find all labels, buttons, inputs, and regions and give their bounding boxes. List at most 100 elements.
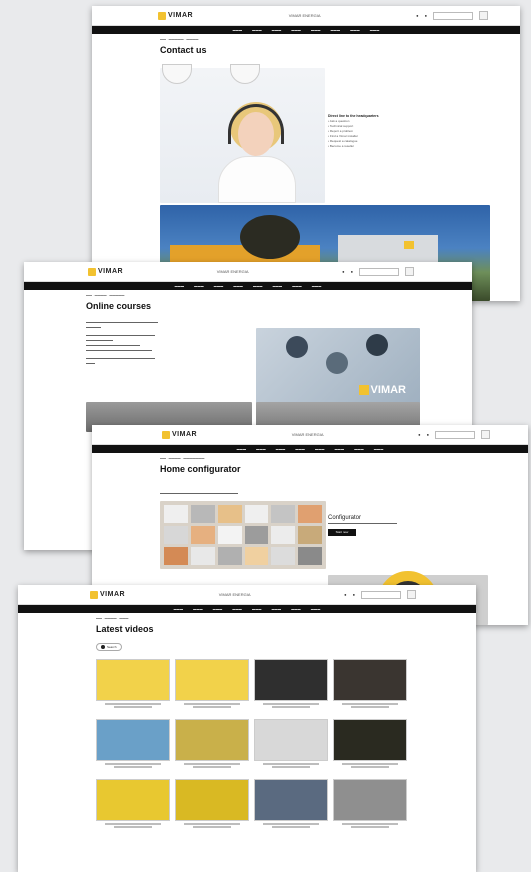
video-thumbnail[interactable] (96, 659, 170, 701)
user-icon[interactable]: ● (418, 432, 420, 437)
breadcrumb: ▬▬ · ▬▬▬▬▬ · ▬▬▬▬ (160, 37, 199, 41)
nav-item[interactable]: ▬▬▬ (233, 284, 243, 288)
site-header: VIMAR VIMAR ENERGIA ● ● (92, 6, 520, 26)
search-input[interactable] (432, 11, 473, 20)
clock-icon (162, 64, 192, 84)
nav-item[interactable]: ▬▬▬ (311, 28, 321, 32)
nav-item[interactable]: ▬▬▬ (374, 447, 384, 451)
nav-item[interactable]: ▬▬▬ (252, 28, 262, 32)
video-thumbnail[interactable] (254, 659, 328, 701)
nav-item[interactable]: ▬▬▬ (276, 447, 286, 451)
video-card[interactable] (96, 719, 170, 773)
vimar-logo[interactable]: VIMAR (90, 590, 125, 599)
video-card[interactable] (175, 659, 249, 713)
nav-item[interactable]: ▬▬▬ (291, 28, 301, 32)
globe-icon[interactable]: ● (427, 432, 429, 437)
search-input[interactable] (360, 590, 401, 599)
caption-line (114, 706, 152, 708)
caption-line (105, 763, 161, 765)
start-button[interactable]: Start now (328, 529, 356, 536)
vimar-logo[interactable]: VIMAR (88, 267, 123, 276)
video-card[interactable] (175, 719, 249, 773)
search-input[interactable] (358, 267, 399, 276)
video-thumbnail[interactable] (333, 719, 407, 761)
vimar-logo[interactable]: VIMAR (158, 11, 193, 20)
nav-item[interactable]: ▬▬▬ (174, 607, 184, 611)
video-card[interactable] (175, 779, 249, 833)
video-card[interactable] (254, 719, 328, 773)
nav-item[interactable]: ▬▬▬ (175, 284, 185, 288)
switch-plates-photo (160, 501, 326, 569)
overlay-logo: VIMAR (358, 384, 406, 396)
nav-item[interactable]: ▬▬▬ (370, 28, 380, 32)
search-button[interactable] (406, 590, 416, 599)
video-thumbnail[interactable] (175, 779, 249, 821)
video-thumbnail[interactable] (96, 719, 170, 761)
globe-icon[interactable]: ● (353, 592, 355, 597)
nav-item[interactable]: ▬▬▬ (253, 284, 263, 288)
filter-pill[interactable]: Search (96, 643, 122, 651)
video-thumbnail[interactable] (333, 659, 407, 701)
nav-item[interactable]: ▬▬▬ (256, 447, 266, 451)
nav-item[interactable]: ▬▬▬ (335, 447, 345, 451)
video-card[interactable] (254, 659, 328, 713)
nav-item[interactable]: ▬▬▬ (291, 607, 301, 611)
nav-item[interactable]: ▬▬▬ (295, 447, 305, 451)
text-line: ▬▬▬▬▬ (86, 325, 101, 329)
nav-item[interactable]: ▬▬▬ (273, 284, 283, 288)
main-nav: ▬▬▬ ▬▬▬ ▬▬▬ ▬▬▬ ▬▬▬ ▬▬▬ ▬▬▬ ▬▬▬ (24, 282, 472, 290)
video-card[interactable] (333, 719, 407, 773)
user-icon[interactable]: ● (344, 592, 346, 597)
nav-item[interactable]: ▬▬▬ (272, 28, 282, 32)
nav-item[interactable]: ▬▬▬ (237, 447, 247, 451)
nav-item[interactable]: ▬▬▬ (232, 607, 242, 611)
video-card[interactable] (333, 659, 407, 713)
video-card[interactable] (96, 659, 170, 713)
logo-mark-icon (90, 590, 98, 599)
video-thumbnail[interactable] (175, 659, 249, 701)
search-button[interactable] (404, 267, 414, 276)
nav-item[interactable]: ▬▬▬ (354, 447, 364, 451)
caption-line (342, 703, 398, 705)
nav-item[interactable]: ▬▬▬ (213, 607, 223, 611)
text-line: ▬▬▬ (86, 361, 95, 365)
nav-item[interactable]: ▬▬▬ (350, 28, 360, 32)
nav-item[interactable]: ▬▬▬ (312, 284, 322, 288)
nav-item[interactable]: ▬▬▬ (214, 284, 224, 288)
video-card[interactable] (333, 779, 407, 833)
video-thumbnail[interactable] (96, 779, 170, 821)
video-thumbnail[interactable] (254, 779, 328, 821)
nav-item[interactable]: ▬▬▬ (292, 284, 302, 288)
caption-line (263, 703, 319, 705)
search-input[interactable] (434, 430, 475, 439)
page-title: Online courses (86, 301, 152, 311)
logo-mark-icon (158, 11, 166, 20)
search-button[interactable] (478, 11, 488, 20)
user-icon[interactable]: ● (416, 13, 418, 18)
tagline: VIMAR ENERGIA (288, 13, 321, 18)
video-card[interactable] (96, 779, 170, 833)
caption-line (272, 766, 310, 768)
site-header: VIMAR VIMAR ENERGIA ● ● (24, 262, 472, 282)
nav-item[interactable]: ▬▬▬ (315, 447, 325, 451)
video-grid (96, 659, 408, 833)
info-line[interactable]: • Become a reseller (328, 144, 458, 149)
video-card[interactable] (254, 779, 328, 833)
tagline: VIMAR ENERGIA (291, 432, 324, 437)
search-button[interactable] (480, 430, 490, 439)
video-thumbnail[interactable] (175, 719, 249, 761)
nav-item[interactable]: ▬▬▬ (311, 607, 321, 611)
vimar-logo[interactable]: VIMAR (162, 430, 197, 439)
video-thumbnail[interactable] (254, 719, 328, 761)
video-thumbnail[interactable] (333, 779, 407, 821)
nav-item[interactable]: ▬▬▬ (272, 607, 282, 611)
nav-item[interactable]: ▬▬▬ (233, 28, 243, 32)
nav-item[interactable]: ▬▬▬ (194, 284, 204, 288)
globe-icon[interactable]: ● (351, 269, 353, 274)
nav-item[interactable]: ▬▬▬ (252, 607, 262, 611)
logo-mark-icon (162, 430, 170, 439)
nav-item[interactable]: ▬▬▬ (193, 607, 203, 611)
globe-icon[interactable]: ● (425, 13, 427, 18)
nav-item[interactable]: ▬▬▬ (331, 28, 341, 32)
user-icon[interactable]: ● (342, 269, 344, 274)
